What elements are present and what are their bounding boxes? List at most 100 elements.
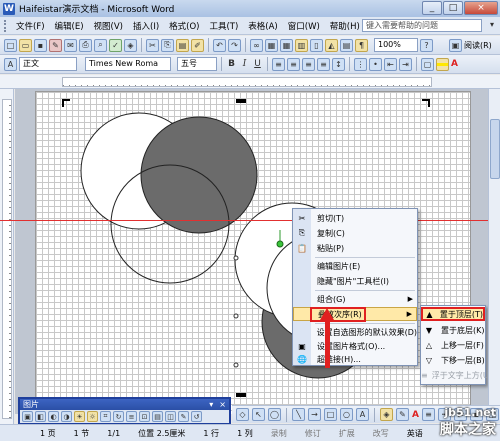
picture-toolbar: 图片 ▾ × ▣ ◧ ◐ ◑ ☀ ☼ ⌗ ↻ ≡ ⊡ ▤ ◫ ✎ ↺ [18,397,231,425]
ctx-format-picture[interactable]: ▣ 设置图片格式(O)... [293,339,417,353]
resize-handle[interactable] [233,255,239,261]
scrollbar-thumb[interactable] [490,119,500,179]
more-contrast-icon[interactable]: ◐ [48,411,59,422]
ctx-edit-picture[interactable]: 编辑图片(E) [293,259,417,273]
menu-separator [315,257,415,258]
textbox-icon[interactable]: A [356,408,369,421]
resize-handle[interactable] [233,313,239,319]
set-transparent-icon[interactable]: ✎ [178,411,189,422]
status-ext[interactable]: 扩展 [339,428,355,439]
sub-send-to-back[interactable]: ▼ 置于底层(K) [421,323,485,337]
sub-label: 置于顶层(T) [439,309,483,319]
line-color-icon[interactable]: ✎ [396,408,409,421]
ctx-label: 复制(C) [317,228,345,238]
sub-label: 下移一层(B) [441,355,485,365]
ctx-label: 隐藏"图片"工具栏(I) [317,276,389,286]
draw-font-color-button[interactable]: A [412,410,419,420]
bring-to-front-icon: ▲ [426,309,433,319]
word-window: W Haifeistar演示文档 - Microsoft Word _ □ × … [0,0,500,441]
status-track[interactable]: 修订 [305,428,321,439]
status-pages: 1/1 [107,428,121,438]
status-position: 位置 2.5厘米 [138,428,186,438]
ctx-label: 超链接(H)... [317,354,361,364]
more-brightness-icon[interactable]: ☀ [74,411,85,422]
reset-picture-icon[interactable]: ↺ [191,411,202,422]
status-bar: 1 页 1 节 1/1 位置 2.5厘米 1 行 1 列 录制 修订 扩展 改写… [0,424,500,441]
submenu-arrow-icon: ▶ [407,295,413,303]
sub-bring-forward[interactable]: △ 上移一层(F) [421,338,485,352]
paste-icon: 📋 [297,243,307,253]
color-icon[interactable]: ◧ [35,411,46,422]
autoshapes-icon[interactable]: ◯ [268,408,281,421]
ctx-hyperlink[interactable]: 🌐 超链接(H)... [293,352,417,366]
ctx-order[interactable]: 叠放次序(R) ▶ [293,306,417,322]
rectangle-icon[interactable]: □ [324,408,337,421]
less-brightness-icon[interactable]: ☼ [87,411,98,422]
annotation-arrow [325,318,330,368]
ctx-label: 编辑图片(E) [317,261,361,271]
line-icon[interactable]: ╲ [292,408,305,421]
in-front-of-text-icon: ≡ [421,370,428,380]
submenu-arrow-icon: ▶ [406,310,412,318]
ctx-label: 剪切(T) [317,213,345,223]
picture-toolbar-icons: ▣ ◧ ◐ ◑ ☀ ☼ ⌗ ↻ ≡ ⊡ ▤ ◫ ✎ ↺ [20,410,229,423]
guide-red-line [0,220,500,221]
ctx-group[interactable]: 组合(G) ▶ [293,292,417,306]
text-wrap-icon[interactable]: ▤ [152,411,163,422]
line-style-icon[interactable]: ≡ [126,411,137,422]
ctx-label: 粘贴(P) [317,243,345,253]
watermark-url: jb51.net [444,406,496,419]
circle-shape[interactable] [110,164,230,284]
sub-label: 浮于文字上方(U) [431,370,492,380]
order-submenu: ▲ 置于顶层(T) ▼ 置于底层(K) △ 上移一层(F) ▽ 下移一层(B) … [420,305,492,385]
picture-toolbar-title: 图片 [23,400,39,409]
sub-in-front-of-text: ≡ 浮于文字上方(U) [421,368,492,382]
send-to-back-icon: ▼ [425,325,433,335]
compress-icon[interactable]: ⊡ [139,411,150,422]
sub-label: 置于底层(K) [441,325,485,335]
send-backward-icon: ▽ [425,355,433,365]
oval-icon[interactable]: ○ [340,408,353,421]
status-lang: 英语 [406,428,423,438]
status-section: 1 节 [73,428,90,438]
sub-label: 上移一层(F) [441,340,484,350]
format-picture-icon[interactable]: ◫ [165,411,176,422]
status-rec[interactable]: 录制 [271,428,287,439]
status-col: 1 列 [237,428,253,438]
copy-icon: ⎘ [298,228,306,237]
vertical-scrollbar[interactable] [488,89,500,414]
menu-separator [315,323,415,324]
line-style-icon[interactable]: ≡ [421,408,435,421]
ctx-hide-picture-toolbar[interactable]: 隐藏"图片"工具栏(I) [293,274,417,288]
rotation-handle[interactable] [276,240,284,248]
sub-bring-to-front[interactable]: ▲ 置于顶层(T) [421,307,485,321]
picture-toolbar-options-icon[interactable]: ▾ [209,399,213,410]
status-ovr[interactable]: 改写 [373,428,389,439]
ctx-paste[interactable]: 📋 粘贴(P) [293,241,417,255]
bring-forward-icon: △ [425,340,433,350]
status-line: 1 行 [203,428,220,438]
picture-toolbar-titlebar[interactable]: 图片 ▾ × [20,399,229,410]
resize-handle[interactable] [233,362,239,368]
picture-toolbar-close-icon[interactable]: × [219,399,226,410]
rotate-icon[interactable]: ↻ [113,411,124,422]
site-watermark: jb51.net 脚本之家 [440,406,496,439]
select-objects-icon[interactable]: ↖ [252,408,265,421]
insert-picture-icon[interactable]: ▣ [22,411,33,422]
sub-send-backward[interactable]: ▽ 下移一层(B) [421,353,485,367]
fill-color-icon[interactable]: ◈ [380,408,393,421]
crop-icon[interactable]: ⌗ [100,411,111,422]
format-picture-icon: ▣ [298,341,306,351]
ctx-cut[interactable]: ✂ 剪切(T) [293,211,417,225]
less-contrast-icon[interactable]: ◑ [61,411,72,422]
hyperlink-icon: 🌐 [297,354,307,364]
menu-separator [315,290,415,291]
draw-menu-icon[interactable]: ◇ [236,408,249,421]
ctx-set-default-effect[interactable]: 设置自选图形的默认效果(D) [293,325,417,339]
ctx-copy[interactable]: ⎘ 复制(C) [293,226,417,240]
watermark-name: 脚本之家 [440,422,496,438]
arrow-icon[interactable]: → [308,408,321,421]
ctx-label: 设置图片格式(O)... [317,341,386,351]
scissors-icon: ✂ [298,213,306,223]
ctx-label: 组合(G) [317,294,346,304]
